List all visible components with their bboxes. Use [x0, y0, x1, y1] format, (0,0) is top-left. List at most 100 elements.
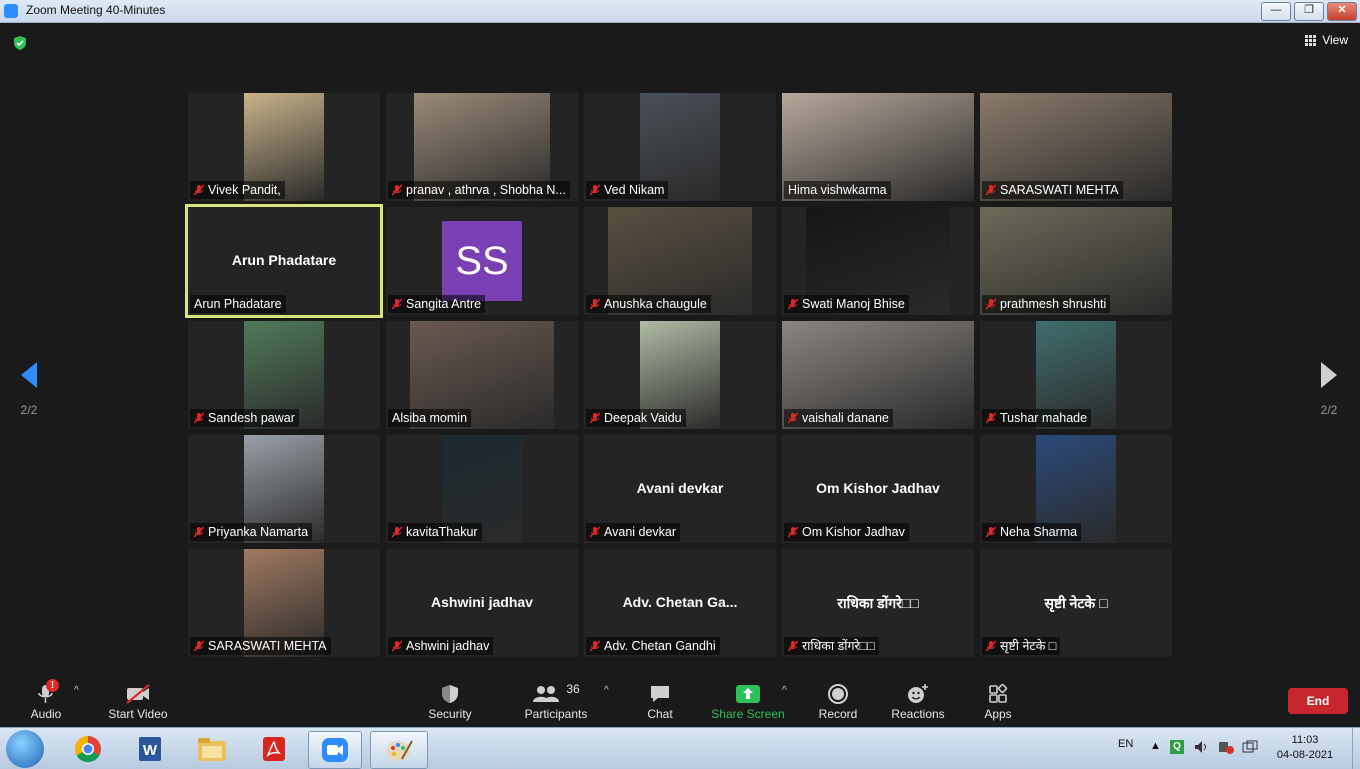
- muted-mic-icon: [788, 412, 798, 424]
- share-options-caret[interactable]: ^: [782, 685, 787, 696]
- participant-display-name: Avani devkar: [636, 480, 724, 496]
- muted-mic-icon: [590, 526, 600, 538]
- participant-tile[interactable]: Alsiba momin: [386, 321, 578, 429]
- participant-tile[interactable]: Hima vishwkarma: [782, 93, 974, 201]
- maximize-button[interactable]: ❐: [1294, 2, 1324, 21]
- previous-page-button[interactable]: 2/2: [16, 360, 42, 417]
- start-button[interactable]: [6, 730, 44, 768]
- participants-button[interactable]: 36 Participants: [520, 681, 592, 721]
- participant-name-label: Sandesh pawar: [190, 409, 299, 427]
- paint-taskbar-item[interactable]: [370, 731, 428, 769]
- apps-button[interactable]: Apps: [978, 681, 1018, 721]
- participant-display-name: सृष्टी नेटके □: [1044, 595, 1108, 611]
- tray-q-icon[interactable]: Q: [1170, 740, 1184, 754]
- chrome-taskbar-item[interactable]: [62, 731, 114, 767]
- chat-label: Chat: [647, 707, 673, 721]
- page-indicator-right: 2/2: [1320, 403, 1338, 417]
- muted-mic-icon: [590, 412, 600, 424]
- participant-tile[interactable]: Anushka chaugule: [584, 207, 776, 315]
- word-taskbar-item[interactable]: W: [124, 731, 176, 767]
- participant-display-name: Adv. Chetan Ga...: [622, 594, 738, 610]
- close-button[interactable]: ✕: [1327, 2, 1357, 21]
- participant-name: राधिका डोंगरे□□: [802, 639, 875, 653]
- participant-name-label: Deepak Vaidu: [586, 409, 686, 427]
- participant-name: Sandesh pawar: [208, 411, 295, 425]
- participant-name: Adv. Chetan Gandhi: [604, 639, 716, 653]
- muted-mic-icon: [392, 640, 402, 652]
- participant-name-label: Ved Nikam: [586, 181, 669, 199]
- participant-tile[interactable]: ⁣Vivek Pandit,⁣: [188, 93, 380, 201]
- start-video-label: Start Video: [108, 707, 168, 721]
- zoom-taskbar-item[interactable]: [308, 731, 362, 769]
- reactions-button[interactable]: Reactions: [890, 681, 946, 721]
- participant-tile[interactable]: Ved Nikam: [584, 93, 776, 201]
- participant-tile[interactable]: SARASWATI MEHTA: [980, 93, 1172, 201]
- muted-mic-icon: [788, 640, 798, 652]
- security-button[interactable]: Security: [424, 681, 476, 721]
- participant-tile[interactable]: राधिका डोंगरे□□ राधिका डोंगरे□□: [782, 549, 974, 657]
- language-indicator[interactable]: EN: [1118, 738, 1133, 750]
- muted-mic-icon: [194, 640, 204, 652]
- explorer-icon: [198, 738, 226, 761]
- participant-name-label: Sangita Antre: [388, 295, 486, 313]
- participants-options-caret[interactable]: ^: [604, 685, 609, 696]
- participant-tile[interactable]: Avani devkar Avani devkar: [584, 435, 776, 543]
- participant-name-label: SARASWATI MEHTA: [982, 181, 1123, 199]
- participant-tile[interactable]: Sandesh pawar: [188, 321, 380, 429]
- volume-icon[interactable]: [1194, 740, 1210, 757]
- participant-tile[interactable]: Adv. Chetan Ga... Adv. Chetan Gandhi: [584, 549, 776, 657]
- participant-name: Priyanka Namarta: [208, 525, 309, 539]
- participant-tile[interactable]: kavitaThakur: [386, 435, 578, 543]
- system-clock[interactable]: 11:03 04-08-2021: [1270, 733, 1340, 763]
- participant-tile[interactable]: Ashwini jadhav Ashwini jadhav: [386, 549, 578, 657]
- minimize-button[interactable]: —: [1261, 2, 1291, 21]
- muted-mic-icon: [392, 298, 402, 310]
- smiley-plus-icon: [908, 684, 928, 703]
- participant-tile[interactable]: pranav , athrva , Shobha N...: [386, 93, 578, 201]
- participant-name-label: Om Kishor Jadhav: [784, 523, 909, 541]
- view-button[interactable]: View: [1305, 33, 1348, 47]
- participant-display-name: राधिका डोंगरे□□: [837, 595, 919, 611]
- chrome-icon: [74, 735, 101, 763]
- participant-display-name: Ashwini jadhav: [431, 594, 533, 610]
- muted-mic-icon: [986, 298, 996, 310]
- encryption-shield-icon[interactable]: [12, 35, 28, 51]
- participant-tile[interactable]: Deepak Vaidu: [584, 321, 776, 429]
- security-label: Security: [428, 707, 472, 721]
- participant-tile[interactable]: vaishali danane: [782, 321, 974, 429]
- view-label: View: [1322, 33, 1348, 47]
- participant-tile[interactable]: Tushar mahade: [980, 321, 1172, 429]
- muted-mic-icon: [788, 526, 798, 538]
- participant-tile[interactable]: Om Kishor Jadhav Om Kishor Jadhav: [782, 435, 974, 543]
- audio-label: Audio: [30, 707, 62, 721]
- start-video-button[interactable]: Start Video: [106, 681, 170, 721]
- tray-expand-caret[interactable]: ▲: [1150, 740, 1161, 752]
- chat-button[interactable]: Chat: [640, 681, 680, 721]
- participant-tile[interactable]: Neha Sharma: [980, 435, 1172, 543]
- participants-count: 36: [566, 682, 580, 696]
- record-button[interactable]: Record: [816, 681, 860, 721]
- participant-name: Alsiba momin: [392, 411, 468, 425]
- muted-mic-icon: [986, 412, 996, 424]
- participant-tile[interactable]: SS Sangita Antre: [386, 207, 578, 315]
- word-icon: W: [139, 737, 161, 761]
- participant-tile[interactable]: SARASWATI MEHTA: [188, 549, 380, 657]
- action-center-icon[interactable]: [1242, 740, 1258, 757]
- end-meeting-button[interactable]: End: [1288, 688, 1348, 714]
- network-warning-icon[interactable]: [1218, 740, 1234, 757]
- zoom-icon: [322, 738, 348, 762]
- audio-options-caret[interactable]: ^: [74, 685, 79, 696]
- gallery-grid-icon: [1305, 34, 1317, 46]
- next-page-button[interactable]: 2/2: [1316, 360, 1342, 417]
- explorer-taskbar-item[interactable]: [186, 731, 238, 767]
- participant-name-label: prathmesh shrushti: [982, 295, 1111, 313]
- participant-tile[interactable]: prathmesh shrushti: [980, 207, 1172, 315]
- share-screen-button[interactable]: Share Screen: [710, 681, 786, 721]
- participant-name: Anushka chaugule: [604, 297, 707, 311]
- participant-tile[interactable]: सृष्टी नेटके □ सृष्टी नेटके □: [980, 549, 1172, 657]
- participant-tile[interactable]: Priyanka Namarta: [188, 435, 380, 543]
- participant-tile[interactable]: Arun Phadatare Arun Phadatare: [185, 204, 383, 318]
- show-desktop-button[interactable]: [1352, 728, 1360, 769]
- participant-tile[interactable]: Swati Manoj Bhise: [782, 207, 974, 315]
- acrobat-taskbar-item[interactable]: [248, 731, 300, 767]
